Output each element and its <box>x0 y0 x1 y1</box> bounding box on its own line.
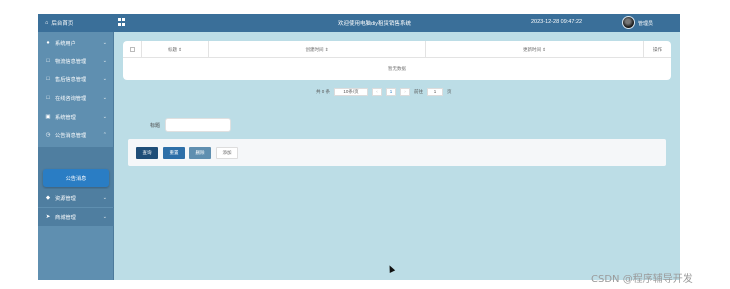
chevron-down-icon: ⌄ <box>102 76 107 82</box>
home-label: 后台首页 <box>51 21 74 27</box>
watermark: CSDN @程序辅导开发 <box>591 274 693 285</box>
sidebar-item-consulting[interactable]: □ 在线咨询管理 ⌄ <box>38 89 114 107</box>
pagination: 共 0 条 10条/页 ‹ 1 › 前往 1 页 <box>316 87 452 96</box>
column-title[interactable]: 标题 ⇕ <box>142 41 209 58</box>
external-link-icon: □ <box>46 95 50 101</box>
sidebar-item-label: 在线咨询管理 <box>55 95 87 102</box>
sidebar-item-announcements[interactable]: ◷ 公告消息管理 ⌃ <box>38 126 114 144</box>
sidebar-item-label: 物流信息管理 <box>55 58 87 65</box>
datetime: 2023-12-28 09:47:22 <box>531 19 583 25</box>
sidebar-item-label: 售后信息管理 <box>55 76 87 83</box>
external-link-icon: □ <box>46 76 50 82</box>
prev-page-button[interactable]: ‹ <box>372 87 383 96</box>
data-table: 标题 ⇕ 创建时间 ⇕ 更新时间 ⇕ 操作 暂无数据 <box>123 41 671 80</box>
search-title-label: 标题 <box>150 123 161 129</box>
top-bar: ⌂ 后台首页 欢迎使用电脑diy租赁销售系统 2023-12-28 09:47:… <box>38 14 680 32</box>
column-actions: 操作 <box>653 46 662 52</box>
shield-icon: ◆ <box>45 195 51 201</box>
sidebar-item-logistics[interactable]: □ 物流信息管理 ⌄ <box>38 52 114 70</box>
chevron-up-icon: ⌃ <box>102 132 107 138</box>
avatar[interactable] <box>622 16 635 29</box>
sidebar-item-label: 系统管理 <box>55 114 76 121</box>
chevron-down-icon: ⌄ <box>102 114 107 120</box>
select-all-checkbox[interactable] <box>123 41 142 58</box>
home-icon: ⌂ <box>45 20 49 26</box>
monitor-icon: ▣ <box>45 114 51 120</box>
page-number[interactable]: 1 <box>386 87 397 96</box>
query-button[interactable]: 查询 <box>136 147 158 159</box>
external-link-icon: □ <box>46 58 50 64</box>
goto-suffix: 页 <box>447 88 452 94</box>
cart-icon: ➤ <box>45 214 51 220</box>
sidebar-item-resources[interactable]: ◆ 资源管理 ⌄ <box>38 189 114 207</box>
page-size-select[interactable]: 10条/页 <box>334 87 369 96</box>
clock-icon: ◷ <box>45 132 51 138</box>
system-title: 欢迎使用电脑diy租赁销售系统 <box>338 21 412 27</box>
chevron-down-icon: ⌄ <box>102 195 107 201</box>
sidebar-item-system-admin[interactable]: ▣ 系统管理 ⌄ <box>38 108 114 126</box>
sidebar: ● 系统用户 ⌄ □ 物流信息管理 ⌄ □ 售后信息管理 ⌄ □ 在线咨询管理 … <box>38 32 114 280</box>
search-title-input[interactable] <box>165 118 231 132</box>
chevron-down-icon: ⌄ <box>102 95 107 101</box>
add-button[interactable]: 添加 <box>216 147 238 159</box>
delete-button[interactable]: 删除 <box>189 147 211 159</box>
sidebar-item-system-users[interactable]: ● 系统用户 ⌄ <box>38 34 114 52</box>
goto-prefix: 前往 <box>414 88 424 94</box>
user-icon: ● <box>46 40 50 46</box>
empty-state: 暂无数据 <box>388 66 406 71</box>
column-created-at[interactable]: 创建时间 ⇕ <box>209 41 426 58</box>
chevron-down-icon: ⌄ <box>102 214 107 220</box>
action-bar: 查询 重置 删除 添加 <box>128 139 666 166</box>
sidebar-subitem-announcements[interactable]: 公告消息 <box>43 169 109 187</box>
column-updated-at[interactable]: 更新时间 ⇕ <box>426 41 644 58</box>
next-page-button[interactable]: › <box>400 87 411 96</box>
app-window: ⌂ 后台首页 欢迎使用电脑diy租赁销售系统 2023-12-28 09:47:… <box>38 14 680 280</box>
table-header: 标题 ⇕ 创建时间 ⇕ 更新时间 ⇕ 操作 <box>123 41 671 58</box>
sidebar-item-label: 资源管理 <box>55 195 76 202</box>
sidebar-item-label: 公告消息管理 <box>55 132 87 139</box>
sidebar-item-after-sales[interactable]: □ 售后信息管理 ⌄ <box>38 70 114 88</box>
chevron-down-icon: ⌄ <box>102 58 107 64</box>
sidebar-item-label: 系统用户 <box>55 40 76 47</box>
chevron-down-icon: ⌄ <box>102 40 107 46</box>
sidebar-item-label: 商城管理 <box>55 214 76 221</box>
goto-page-input[interactable]: 1 <box>427 87 444 96</box>
sidebar-item-mall[interactable]: ➤ 商城管理 ⌄ <box>38 208 114 226</box>
reset-button[interactable]: 重置 <box>163 147 185 159</box>
home-link[interactable]: ⌂ 后台首页 <box>45 19 73 27</box>
grid-menu-icon[interactable] <box>118 18 126 26</box>
user-name[interactable]: 管理员 <box>638 20 653 27</box>
total-count: 共 0 条 <box>316 88 331 94</box>
